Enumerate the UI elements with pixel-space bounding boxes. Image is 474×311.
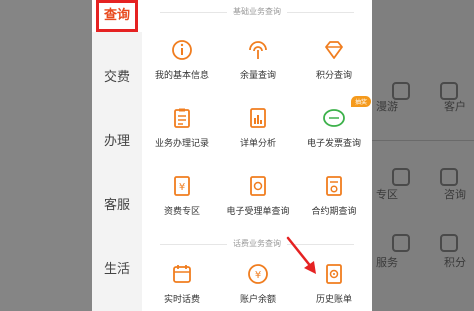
contract-icon bbox=[326, 176, 342, 196]
section-title: 话费业务查询 bbox=[142, 238, 372, 249]
sidebar-item-life[interactable]: 生活 bbox=[92, 258, 142, 282]
document-chart-icon bbox=[250, 108, 266, 128]
background-text: 积分 bbox=[444, 256, 466, 269]
grid-item-label: 电子受理单查询 bbox=[226, 207, 290, 217]
grid-item-label: 资费专区 bbox=[163, 207, 200, 217]
category-sidebar: 查询 交费 办理 客服 生活 bbox=[92, 0, 142, 311]
diamond-icon bbox=[325, 41, 343, 59]
section-title: 基础业务查询 bbox=[142, 6, 372, 17]
background-icon bbox=[440, 168, 458, 186]
annotation-arrow-icon bbox=[286, 236, 316, 274]
clipboard-icon bbox=[174, 108, 190, 128]
grid-item-label: 历史账单 bbox=[315, 295, 352, 305]
grid-item-basic-info[interactable]: 我的基本信息 bbox=[144, 38, 220, 81]
yuan-card-icon: ¥ bbox=[174, 176, 190, 196]
grid-item-e-receipt-query[interactable]: 电子受理单查询 bbox=[220, 174, 296, 217]
calendar-icon bbox=[173, 265, 191, 283]
signal-icon bbox=[249, 41, 267, 59]
grid-item-tariff-zone[interactable]: ¥ 资费专区 bbox=[144, 174, 220, 217]
grid-item-label: 合约期查询 bbox=[311, 207, 357, 217]
sidebar-item-pay[interactable]: 交费 bbox=[92, 66, 142, 90]
grid-item-balance-query[interactable]: 余量查询 bbox=[220, 38, 296, 81]
background-icon bbox=[440, 234, 458, 252]
yuan-coin-icon: ¥ bbox=[248, 264, 268, 284]
highlight-box bbox=[96, 0, 138, 32]
grid-item-invoice-query[interactable]: 电子发票查询 bbox=[296, 106, 372, 149]
lottery-badge: 抽奖 bbox=[351, 96, 372, 107]
grid-item-label: 账户余额 bbox=[239, 295, 276, 305]
background-text: 咨询 bbox=[444, 188, 466, 201]
background-text: 专区 bbox=[376, 188, 398, 201]
grid-item-contract-query[interactable]: 合约期查询 bbox=[296, 174, 372, 217]
query-panel: 基础业务查询 我的基本信息 余量查询 积分查询 业务办理记录 详单分析 电子发票… bbox=[142, 0, 372, 311]
background-text: 客户 bbox=[444, 100, 466, 113]
grid-item-label: 我的基本信息 bbox=[154, 71, 209, 81]
svg-text:¥: ¥ bbox=[179, 182, 185, 193]
grid-item-label: 详单分析 bbox=[239, 139, 276, 149]
grid-item-label: 实时话费 bbox=[163, 295, 200, 305]
background-icon bbox=[392, 234, 410, 252]
grid-item-detail-analysis[interactable]: 详单分析 bbox=[220, 106, 296, 149]
grid-item-label: 电子发票查询 bbox=[306, 139, 361, 149]
grid-item-business-records[interactable]: 业务办理记录 bbox=[144, 106, 220, 149]
background-divider bbox=[372, 140, 474, 141]
grid-item-points-query[interactable]: 积分查询 bbox=[296, 38, 372, 81]
background-icon bbox=[392, 168, 410, 186]
grid-item-label: 业务办理记录 bbox=[154, 139, 209, 149]
receipt-icon bbox=[250, 176, 266, 196]
sidebar-item-handle[interactable]: 办理 bbox=[92, 130, 142, 154]
bill-icon bbox=[326, 264, 342, 284]
grid-item-realtime-charges[interactable]: 实时话费 bbox=[144, 262, 220, 305]
svg-text:¥: ¥ bbox=[255, 270, 261, 281]
sidebar-item-service[interactable]: 客服 bbox=[92, 194, 142, 218]
grid-item-label: 积分查询 bbox=[315, 71, 352, 81]
background-left-strip bbox=[0, 0, 92, 311]
background-text: 漫游 bbox=[376, 100, 398, 113]
info-icon bbox=[172, 40, 192, 60]
grid-item-label: 余量查询 bbox=[239, 71, 276, 81]
invoice-icon bbox=[323, 109, 345, 127]
background-text: 服务 bbox=[376, 256, 398, 269]
